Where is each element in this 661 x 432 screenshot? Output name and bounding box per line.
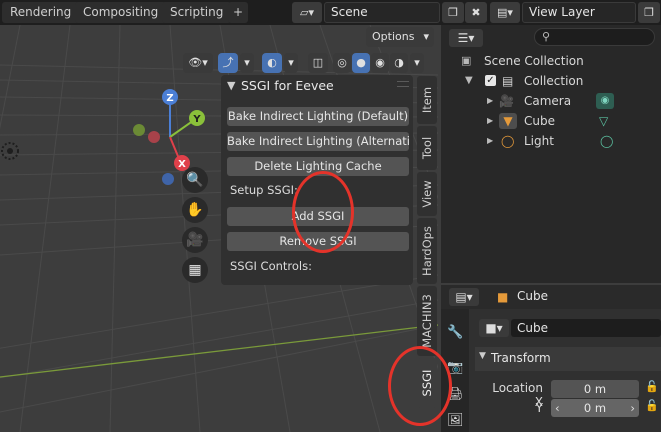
collection-icon: ▤ (502, 74, 514, 88)
outliner-row-cube[interactable]: ▶ ▼ Cube ▽ (441, 111, 661, 131)
tool-tab-icon[interactable]: 🔧 (447, 325, 463, 340)
object-name: Cube (517, 289, 548, 303)
visibility-icon[interactable]: 👁▾ (183, 53, 213, 73)
camera-label: Camera (524, 94, 572, 108)
setup-ssgi-label: Setup SSGI: (230, 183, 298, 197)
neg-z-handle (162, 173, 174, 185)
mesh-data-icon[interactable]: ▽ (599, 111, 608, 131)
panel-title: SSGI for Eevee (241, 78, 334, 93)
lock-icon[interactable]: 🔓 (645, 380, 659, 393)
scene-collection-icon: ▣ (461, 54, 472, 67)
increment-arrow-icon[interactable]: › (630, 399, 635, 417)
decrement-arrow-icon[interactable]: ‹ (555, 399, 560, 417)
gizmo-menu-icon[interactable]: ▾ (240, 53, 254, 73)
expand-arrow-icon[interactable]: ▶ (487, 131, 493, 151)
tab-tool[interactable]: Tool (417, 126, 437, 170)
scene-browse-icon[interactable]: ▱▾ (292, 2, 322, 23)
neg-y-handle (133, 124, 145, 136)
exclude-checkbox[interactable]: ✓ (485, 75, 496, 86)
options-label: Options (372, 30, 415, 43)
neg-x-handle (148, 131, 160, 143)
tab-rendering[interactable]: Rendering (2, 2, 80, 23)
scene-collection-label: Scene Collection (484, 54, 584, 68)
camera-object-icon: 🎥 (499, 94, 514, 108)
outliner-row-light[interactable]: ▶ ◯ Light ◯ (441, 131, 661, 151)
overlays-toggle-icon[interactable]: ◐ (262, 53, 282, 73)
tab-item[interactable]: Item (417, 76, 437, 124)
object-name-field[interactable]: Cube (511, 319, 661, 337)
object-icon: ■ (497, 290, 509, 304)
outliner-row-camera[interactable]: ▶ 🎥 Camera ◉ (441, 91, 661, 111)
properties-editor: ▤▾ ■ Cube 🔧 📷 🖨 🖼 ■▾ Cube ▼ Transform Lo… (441, 285, 661, 432)
light-data-icon[interactable]: ◯ (600, 131, 613, 151)
light-object-icon: ◯ (501, 134, 515, 148)
wireframe-shading-icon[interactable]: ◎ (333, 53, 351, 73)
new-scene-icon[interactable]: ❐ (442, 2, 464, 23)
options-dropdown[interactable]: Options ▾ (366, 27, 434, 47)
rendered-shading-icon[interactable]: ◑ (390, 53, 408, 73)
editor-type-icon[interactable]: ▤▾ (449, 288, 479, 306)
cube-label: Cube (524, 114, 555, 128)
outliner-search-input[interactable]: ⚲ (534, 28, 655, 46)
tab-scripting[interactable]: Scripting (162, 2, 232, 23)
transform-title: Transform (491, 351, 551, 365)
tab-compositing[interactable]: Compositing (75, 2, 167, 23)
mesh-object-icon: ▼ (499, 113, 517, 129)
location-y-label: Y (535, 401, 543, 415)
tab-hardops[interactable]: HardOps (417, 218, 437, 284)
outliner: ☰▾ ⚲ ▣ Scene Collection ▼ ✓ ▤ Collection… (441, 25, 661, 283)
tab-hardops-label: HardOps (420, 226, 434, 276)
ssgi-controls-label: SSGI Controls: (230, 259, 312, 273)
delete-scene-icon[interactable]: ✖ (465, 2, 487, 23)
panel-collapse-icon[interactable]: ▼ (227, 79, 235, 92)
new-view-layer-icon[interactable]: ❐ (638, 2, 660, 23)
panel-drag-handle-icon[interactable] (397, 81, 409, 87)
expand-arrow-icon[interactable]: ▶ (487, 91, 493, 111)
top-bar: Rendering Compositing Scripting + ▱▾ Sce… (0, 0, 661, 25)
location-y-field[interactable]: ‹ 0 m › (551, 399, 639, 417)
tab-machin3-label: MACHIN3 (420, 294, 434, 348)
collection-label: Collection (524, 74, 584, 88)
add-workspace-button[interactable]: + (228, 2, 248, 23)
xray-toggle-icon[interactable]: ◫ (308, 53, 328, 73)
bake-alternative-button[interactable]: Bake Indirect Lighting (Alternati... (227, 132, 409, 151)
camera-view-icon[interactable]: 🎥 (182, 227, 208, 253)
chevron-down-icon: ▾ (423, 30, 429, 43)
display-mode-icon[interactable]: ☰▾ (449, 29, 483, 47)
outliner-row-scene-collection[interactable]: ▣ Scene Collection (441, 51, 661, 71)
camera-data-icon[interactable]: ◉ (596, 93, 614, 109)
grid-perspective-icon[interactable]: ▦ (182, 257, 208, 283)
tab-item-label: Item (420, 86, 434, 114)
collapse-arrow-icon[interactable]: ▼ (479, 351, 486, 361)
location-y-value: 0 m (583, 401, 607, 415)
material-shading-icon[interactable]: ◉ (371, 53, 389, 73)
y-axis-label: Y (192, 114, 201, 125)
tab-view[interactable]: View (417, 172, 437, 216)
tab-view-label: View (420, 180, 434, 208)
light-label: Light (524, 134, 554, 148)
data-browse-icon[interactable]: ■▾ (479, 319, 509, 337)
gizmo-toggle-icon[interactable]: ⤴ (218, 53, 238, 73)
view-layer-browse-icon[interactable]: ▤▾ (490, 2, 520, 23)
view-layer-name-field[interactable]: View Layer (522, 2, 636, 23)
search-icon: ⚲ (542, 30, 551, 43)
x-axis-label: X (178, 159, 186, 170)
scene-name-field[interactable]: Scene (324, 2, 440, 23)
overlays-menu-icon[interactable]: ▾ (284, 53, 298, 73)
pan-hand-icon[interactable]: ✋ (182, 197, 208, 223)
bake-default-button[interactable]: Bake Indirect Lighting (Default) (227, 107, 409, 126)
solid-shading-icon[interactable]: ● (352, 53, 370, 73)
zoom-icon[interactable]: 🔍 (182, 167, 208, 193)
outliner-row-collection[interactable]: ▼ ✓ ▤ Collection (441, 71, 661, 91)
highlight-circle-add-ssgi (292, 171, 354, 253)
tab-tool-label: Tool (420, 136, 434, 160)
z-axis-label: Z (166, 93, 173, 104)
expand-arrow-icon[interactable]: ▶ (487, 111, 493, 131)
highlight-circle-ssgi-tab (388, 346, 452, 426)
shading-menu-icon[interactable]: ▾ (410, 53, 424, 73)
lock-icon[interactable]: 🔓 (645, 399, 659, 412)
view-layer-tab-icon[interactable]: 🖼 (447, 413, 464, 428)
location-x-field[interactable]: 0 m (551, 380, 639, 398)
expand-arrow-icon[interactable]: ▼ (465, 71, 473, 91)
